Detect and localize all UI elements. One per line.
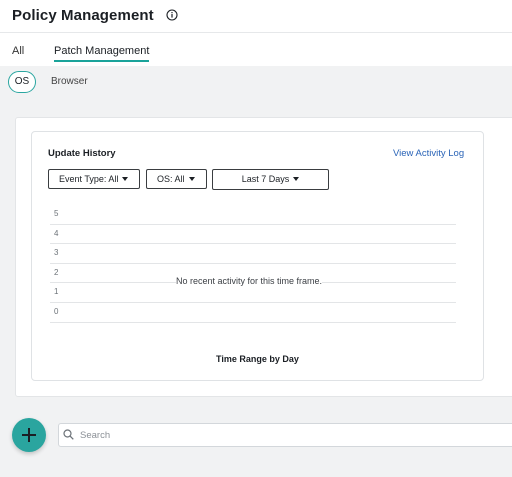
- date-range-label: Last 7 Days: [241, 174, 290, 184]
- active-tab-indicator: [54, 60, 149, 62]
- search-icon: [63, 429, 74, 440]
- page-title: Policy Management: [12, 7, 154, 24]
- gridline: [50, 302, 456, 303]
- date-range-filter[interactable]: Last 7 Days: [212, 169, 329, 190]
- update-history-title: Update History: [48, 148, 116, 159]
- tab-all[interactable]: All: [12, 45, 24, 57]
- empty-state-message: No recent activity for this time frame.: [176, 276, 323, 286]
- gridline: [50, 321, 456, 323]
- os-filter[interactable]: OS: All: [146, 169, 207, 189]
- view-activity-log-link[interactable]: View Activity Log: [393, 148, 464, 159]
- caret-down-icon: [293, 176, 300, 181]
- gridline: [50, 243, 456, 245]
- info-icon[interactable]: [166, 9, 178, 21]
- tab-patch-management[interactable]: Patch Management: [54, 45, 149, 57]
- y-tick-label: 1: [54, 287, 59, 297]
- gridline: [50, 223, 456, 225]
- gridline: [50, 262, 456, 264]
- x-axis-title: Time Range by Day: [216, 354, 299, 364]
- y-tick-label: 2: [54, 267, 59, 277]
- y-tick-label: 3: [54, 248, 59, 258]
- y-tick-label: 5: [54, 209, 59, 218]
- subtab-os[interactable]: OS: [8, 71, 36, 93]
- y-tick-label: 4: [54, 228, 59, 238]
- os-filter-label: OS: All: [157, 174, 185, 184]
- caret-down-icon: [122, 176, 129, 181]
- plus-icon: [22, 428, 36, 442]
- caret-down-icon: [188, 176, 195, 181]
- event-type-filter[interactable]: Event Type: All: [48, 169, 140, 189]
- subtab-browser[interactable]: Browser: [51, 76, 88, 87]
- add-button[interactable]: [12, 418, 46, 452]
- event-type-filter-label: Event Type: All: [59, 174, 119, 184]
- y-tick-label: 0: [54, 307, 59, 316]
- search-input[interactable]: [80, 425, 500, 445]
